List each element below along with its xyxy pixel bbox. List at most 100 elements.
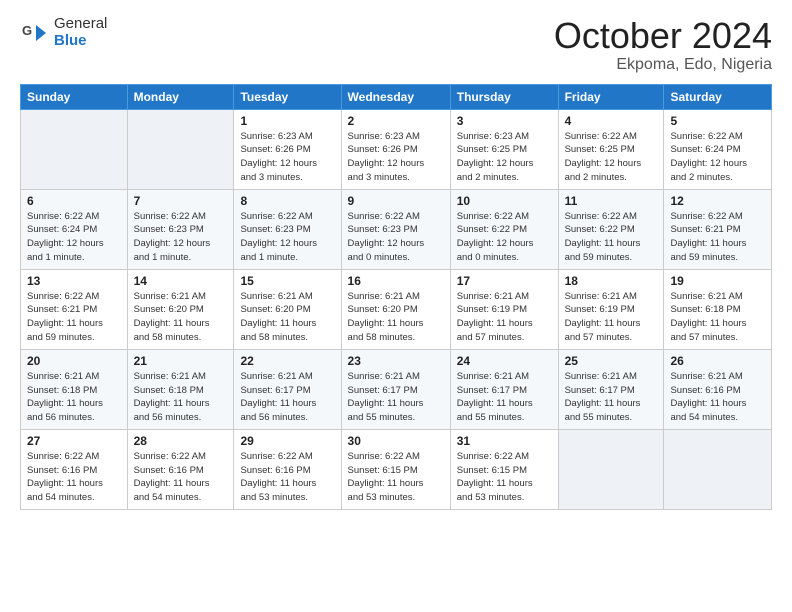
day-cell: 11Sunrise: 6:22 AM Sunset: 6:22 PM Dayli… [558, 189, 664, 269]
day-info: Sunrise: 6:21 AM Sunset: 6:17 PM Dayligh… [348, 370, 444, 425]
day-cell: 31Sunrise: 6:22 AM Sunset: 6:15 PM Dayli… [450, 429, 558, 509]
day-info: Sunrise: 6:21 AM Sunset: 6:18 PM Dayligh… [670, 290, 765, 345]
day-cell [127, 109, 234, 189]
day-number: 26 [670, 354, 765, 368]
calendar-table: SundayMondayTuesdayWednesdayThursdayFrid… [20, 84, 772, 510]
day-number: 20 [27, 354, 121, 368]
day-number: 9 [348, 194, 444, 208]
day-info: Sunrise: 6:22 AM Sunset: 6:16 PM Dayligh… [134, 450, 228, 505]
day-number: 6 [27, 194, 121, 208]
day-cell: 16Sunrise: 6:21 AM Sunset: 6:20 PM Dayli… [341, 269, 450, 349]
header-cell-monday: Monday [127, 84, 234, 109]
day-info: Sunrise: 6:21 AM Sunset: 6:18 PM Dayligh… [134, 370, 228, 425]
day-cell: 5 Sunrise: 6:22 AM Sunset: 6:24 PM Daylig… [664, 109, 772, 189]
day-info: Sunrise: 6:22 AM Sunset: 6:15 PM Dayligh… [457, 450, 552, 505]
day-number: 23 [348, 354, 444, 368]
day-cell: 25 Sunrise: 6:21 AM Sunset: 6:17 PM Dayli… [558, 349, 664, 429]
week-row-4: 20 Sunrise: 6:21 AM Sunset: 6:18 PM Dayli… [21, 349, 772, 429]
page: G General Blue October 2024 Ekpoma, Edo,… [0, 0, 792, 612]
day-number: 14 [134, 274, 228, 288]
day-cell: 13 Sunrise: 6:22 AM Sunset: 6:21 PM Dayli… [21, 269, 128, 349]
day-number: 24 [457, 354, 552, 368]
header-cell-friday: Friday [558, 84, 664, 109]
day-number: 28 [134, 434, 228, 448]
header-cell-sunday: Sunday [21, 84, 128, 109]
header-cell-saturday: Saturday [664, 84, 772, 109]
calendar-header: SundayMondayTuesdayWednesdayThursdayFrid… [21, 84, 772, 109]
day-number: 22 [240, 354, 334, 368]
title-block: October 2024 Ekpoma, Edo, Nigeria [554, 16, 772, 74]
day-info: Sunrise: 6:21 AM Sunset: 6:17 PM Dayligh… [457, 370, 552, 425]
day-cell: 26 Sunrise: 6:21 AM Sunset: 6:16 PM Dayli… [664, 349, 772, 429]
day-cell: 27Sunrise: 6:22 AM Sunset: 6:16 PM Dayli… [21, 429, 128, 509]
day-number: 21 [134, 354, 228, 368]
day-cell: 30 Sunrise: 6:22 AM Sunset: 6:15 PM Dayli… [341, 429, 450, 509]
day-cell: 28 Sunrise: 6:22 AM Sunset: 6:16 PM Dayli… [127, 429, 234, 509]
day-cell [558, 429, 664, 509]
day-number: 7 [134, 194, 228, 208]
day-number: 13 [27, 274, 121, 288]
day-info: Sunrise: 6:21 AM Sunset: 6:20 PM Dayligh… [348, 290, 444, 345]
day-cell: 18Sunrise: 6:21 AM Sunset: 6:19 PM Dayli… [558, 269, 664, 349]
day-info: Sunrise: 6:22 AM Sunset: 6:24 PM Dayligh… [670, 130, 765, 185]
day-number: 2 [348, 114, 444, 128]
day-info: Sunrise: 6:22 AM Sunset: 6:15 PM Dayligh… [348, 450, 444, 505]
day-info: Sunrise: 6:21 AM Sunset: 6:16 PM Dayligh… [670, 370, 765, 425]
day-info: Sunrise: 6:23 AM Sunset: 6:26 PM Dayligh… [240, 130, 334, 185]
day-info: Sunrise: 6:21 AM Sunset: 6:17 PM Dayligh… [240, 370, 334, 425]
day-number: 29 [240, 434, 334, 448]
logo-icon: G [20, 19, 48, 47]
month-title: October 2024 [554, 16, 772, 56]
day-cell: 3Sunrise: 6:23 AM Sunset: 6:25 PM Daylig… [450, 109, 558, 189]
day-number: 10 [457, 194, 552, 208]
day-cell: 1 Sunrise: 6:23 AM Sunset: 6:26 PM Daylig… [234, 109, 341, 189]
day-info: Sunrise: 6:22 AM Sunset: 6:23 PM Dayligh… [134, 210, 228, 265]
day-cell: 15Sunrise: 6:21 AM Sunset: 6:20 PM Dayli… [234, 269, 341, 349]
day-info: Sunrise: 6:21 AM Sunset: 6:17 PM Dayligh… [565, 370, 658, 425]
day-info: Sunrise: 6:22 AM Sunset: 6:16 PM Dayligh… [27, 450, 121, 505]
day-number: 3 [457, 114, 552, 128]
day-number: 17 [457, 274, 552, 288]
day-number: 15 [240, 274, 334, 288]
header-cell-thursday: Thursday [450, 84, 558, 109]
svg-text:G: G [22, 23, 32, 38]
day-cell: 22 Sunrise: 6:21 AM Sunset: 6:17 PM Dayli… [234, 349, 341, 429]
week-row-5: 27Sunrise: 6:22 AM Sunset: 6:16 PM Dayli… [21, 429, 772, 509]
day-cell: 21 Sunrise: 6:21 AM Sunset: 6:18 PM Dayli… [127, 349, 234, 429]
header: G General Blue October 2024 Ekpoma, Edo,… [20, 16, 772, 74]
day-info: Sunrise: 6:22 AM Sunset: 6:21 PM Dayligh… [27, 290, 121, 345]
day-cell [664, 429, 772, 509]
day-number: 4 [565, 114, 658, 128]
logo-blue-text: Blue [54, 33, 107, 50]
header-row: SundayMondayTuesdayWednesdayThursdayFrid… [21, 84, 772, 109]
day-cell: 19 Sunrise: 6:21 AM Sunset: 6:18 PM Dayli… [664, 269, 772, 349]
day-cell: 12Sunrise: 6:22 AM Sunset: 6:21 PM Dayli… [664, 189, 772, 269]
day-info: Sunrise: 6:21 AM Sunset: 6:19 PM Dayligh… [565, 290, 658, 345]
day-info: Sunrise: 6:21 AM Sunset: 6:19 PM Dayligh… [457, 290, 552, 345]
day-number: 30 [348, 434, 444, 448]
week-row-2: 6 Sunrise: 6:22 AM Sunset: 6:24 PM Daylig… [21, 189, 772, 269]
day-cell: 24 Sunrise: 6:21 AM Sunset: 6:17 PM Dayli… [450, 349, 558, 429]
week-row-3: 13 Sunrise: 6:22 AM Sunset: 6:21 PM Dayli… [21, 269, 772, 349]
header-cell-wednesday: Wednesday [341, 84, 450, 109]
logo-text: General Blue [54, 16, 107, 49]
day-cell: 8Sunrise: 6:22 AM Sunset: 6:23 PM Daylig… [234, 189, 341, 269]
day-number: 25 [565, 354, 658, 368]
logo-general-text: General [54, 16, 107, 33]
day-info: Sunrise: 6:22 AM Sunset: 6:23 PM Dayligh… [240, 210, 334, 265]
day-cell: 4Sunrise: 6:22 AM Sunset: 6:25 PM Daylig… [558, 109, 664, 189]
day-number: 12 [670, 194, 765, 208]
day-info: Sunrise: 6:22 AM Sunset: 6:24 PM Dayligh… [27, 210, 121, 265]
day-number: 1 [240, 114, 334, 128]
day-cell: 14 Sunrise: 6:21 AM Sunset: 6:20 PM Dayli… [127, 269, 234, 349]
day-number: 19 [670, 274, 765, 288]
day-number: 5 [670, 114, 765, 128]
day-info: Sunrise: 6:21 AM Sunset: 6:18 PM Dayligh… [27, 370, 121, 425]
logo: G General Blue [20, 16, 107, 49]
day-info: Sunrise: 6:22 AM Sunset: 6:23 PM Dayligh… [348, 210, 444, 265]
day-number: 11 [565, 194, 658, 208]
day-cell: 20 Sunrise: 6:21 AM Sunset: 6:18 PM Dayli… [21, 349, 128, 429]
day-cell: 2Sunrise: 6:23 AM Sunset: 6:26 PM Daylig… [341, 109, 450, 189]
day-info: Sunrise: 6:21 AM Sunset: 6:20 PM Dayligh… [134, 290, 228, 345]
header-cell-tuesday: Tuesday [234, 84, 341, 109]
